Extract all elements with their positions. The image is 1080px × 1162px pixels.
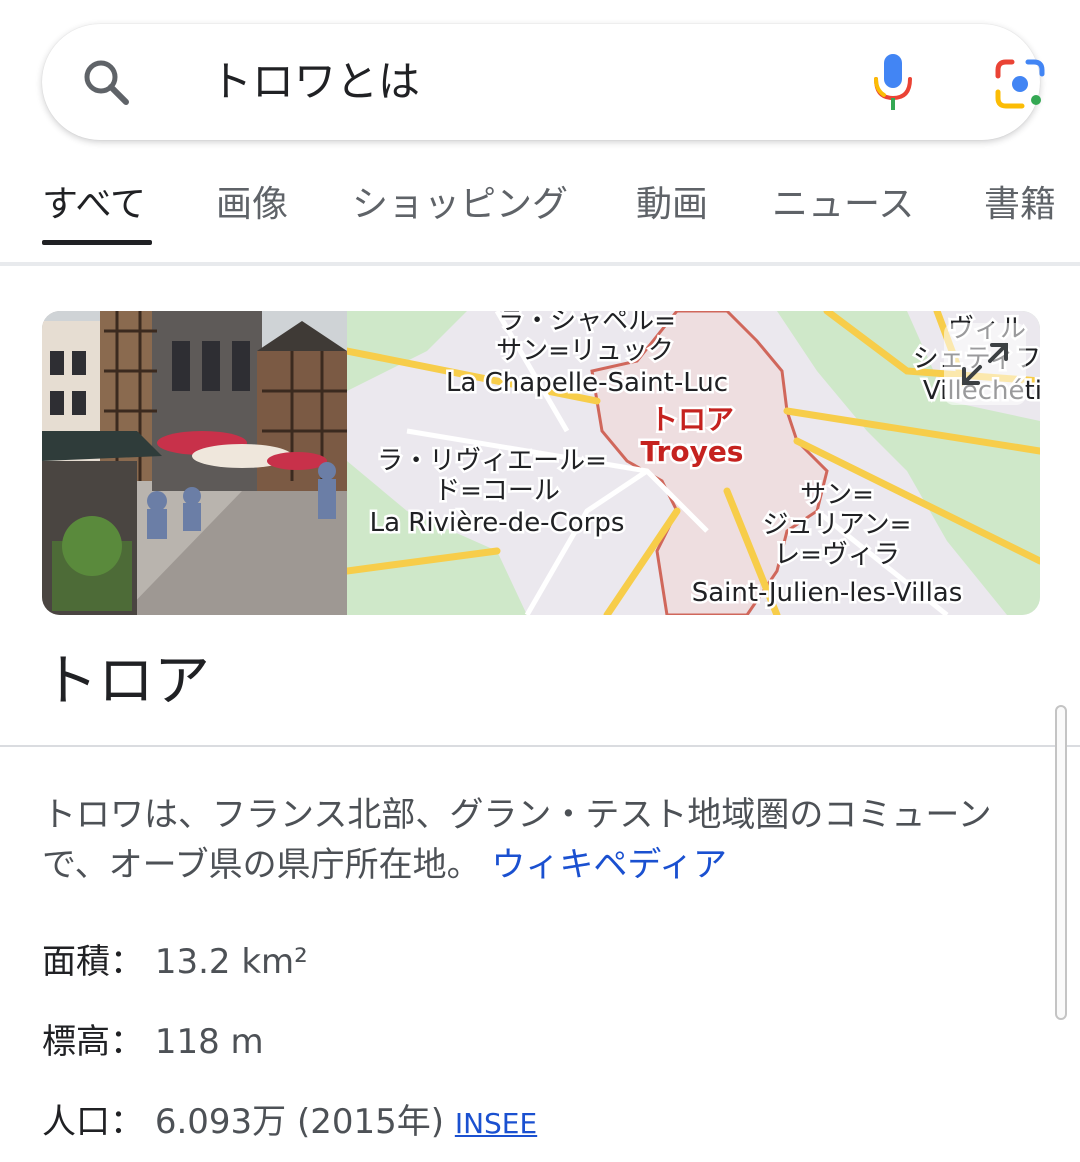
city-photo[interactable]: [42, 311, 347, 615]
map-thumbnail[interactable]: ラ・シャペル= サン=リュック La Chapelle-Saint-Luc ラ・…: [347, 311, 1040, 615]
search-icon[interactable]: [80, 56, 132, 108]
fact-key[interactable]: 人口: [42, 1102, 110, 1142]
entity-facts: 面積： 13.2 km² 標高： 118 m 人口： 6.093万 (2015年…: [42, 936, 537, 1162]
map-label-riviere-fr: La Rivière-de-Corps: [370, 508, 625, 538]
fact-key[interactable]: 標高: [42, 1022, 110, 1062]
fact-value: 6.093万 (2015年): [154, 1102, 445, 1142]
map-label-chapelle-jp: サン=リュック: [496, 336, 674, 366]
map-label-julien-jp: レ=ヴィラ: [774, 540, 900, 570]
map-label-troyes-fr: Troyes: [641, 435, 744, 468]
map-label-julien-jp: サン=: [800, 480, 874, 510]
active-tab-indicator: [42, 240, 152, 245]
map-label-troyes-jp: トロア: [650, 403, 734, 436]
map-label-julien-jp: ジュリアン=: [763, 510, 912, 540]
search-input[interactable]: トロワとは: [210, 54, 420, 110]
map-expand-button[interactable]: [944, 323, 1026, 405]
entity-description: トロワは、フランス北部、グラン・テスト地域圏のコミューンで、オーブ県の県庁所在地…: [42, 790, 1042, 890]
entity-title: トロア: [42, 649, 210, 714]
tab-videos[interactable]: 動画: [636, 178, 708, 232]
tabs-divider: [0, 262, 1080, 266]
tab-news[interactable]: ニュース: [772, 178, 914, 232]
fact-value: 118 m: [154, 1022, 264, 1062]
fact-row: 標高： 118 m: [42, 1022, 264, 1062]
fact-key[interactable]: 面積: [42, 942, 110, 982]
tab-books[interactable]: 書籍: [984, 178, 1056, 232]
tab-images[interactable]: 画像: [216, 178, 288, 232]
map-label-riviere-jp: ラ・リヴィエール=: [377, 446, 607, 476]
fact-row: 人口： 6.093万 (2015年) INSEE: [42, 1102, 538, 1142]
title-divider: [0, 745, 1080, 747]
fact-row: 面積： 13.2 km²: [42, 942, 308, 982]
tab-all[interactable]: すべて: [42, 178, 146, 232]
tab-shopping[interactable]: ショッピング: [352, 178, 568, 232]
microphone-icon[interactable]: [870, 52, 916, 112]
map-label-riviere-jp: ド=コール: [434, 476, 560, 506]
expand-icon: [962, 343, 1008, 385]
scrollbar[interactable]: [1055, 705, 1067, 1020]
map-label-chapelle-jp: ラ・シャペル=: [498, 311, 676, 336]
map-label-julien-fr: Saint-Julien-les-Villas: [692, 578, 963, 608]
knowledge-panel-hero: ラ・シャペル= サン=リュック La Chapelle-Saint-Luc ラ・…: [42, 311, 1040, 615]
google-lens-icon[interactable]: [992, 56, 1048, 112]
search-tabs: すべて 画像 ショッピング 動画 ニュース 書籍: [0, 160, 1080, 260]
insee-source-link[interactable]: INSEE: [455, 1107, 537, 1140]
search-bar[interactable]: トロワとは: [42, 24, 1045, 140]
wikipedia-link[interactable]: ウィキペディア: [491, 845, 727, 885]
map-label-chapelle-fr: La Chapelle-Saint-Luc: [446, 368, 728, 398]
fact-value: 13.2 km²: [154, 942, 308, 982]
